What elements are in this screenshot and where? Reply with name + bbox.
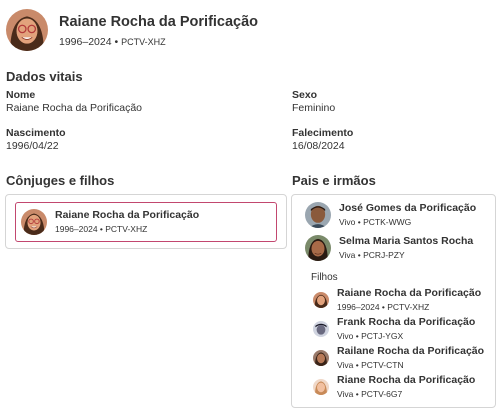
- parents-title: Pais e irmãos: [292, 173, 376, 188]
- avatar: [305, 202, 331, 228]
- sex-label: Sexo: [292, 89, 318, 101]
- name-label: Nome: [6, 89, 36, 101]
- avatar: [313, 350, 329, 366]
- person-meta: 1996–2024 • PCTV-XHZ: [59, 36, 166, 48]
- father-meta: Vivo • PCTK-WWG: [339, 217, 412, 227]
- child-meta: Vivo • PCTJ-YGX: [337, 331, 404, 341]
- child-meta: 1996–2024 • PCTV-XHZ: [337, 302, 430, 312]
- death-value: 16/08/2024: [292, 140, 345, 152]
- selected-person-card[interactable]: Raiane Rocha da Porificação 1996–2024 • …: [15, 202, 277, 242]
- children-label: Filhos: [311, 272, 338, 283]
- name-value: Raiane Rocha da Porificação: [6, 102, 142, 114]
- father-row[interactable]: José Gomes da Porificação Vivo • PCTK-WW…: [305, 202, 476, 228]
- person-id: PCTV-XHZ: [121, 37, 166, 47]
- avatar: [313, 292, 329, 308]
- child-row[interactable]: Railane Rocha da Porificação Viva • PCTV…: [313, 345, 484, 371]
- person-name: Raiane Rocha da Porificação: [59, 14, 259, 30]
- sex-value: Feminino: [292, 102, 336, 114]
- spouses-title: Cônjuges e filhos: [6, 173, 115, 188]
- child-row[interactable]: Riane Rocha da Porificação Viva • PCTV-6…: [313, 374, 475, 400]
- avatar: [305, 235, 331, 261]
- father-name[interactable]: José Gomes da Porificação: [339, 202, 476, 215]
- mother-row[interactable]: Selma Maria Santos Rocha Viva • PCRJ-PZY: [305, 235, 473, 261]
- child-name[interactable]: Raiane Rocha da Porificação: [337, 287, 481, 300]
- child-meta: Viva • PCTV-6G7: [337, 389, 403, 399]
- avatar: [313, 379, 329, 395]
- vital-data-title: Dados vitais: [6, 69, 83, 84]
- person-years: 1996–2024: [59, 36, 112, 48]
- avatar[interactable]: [6, 9, 48, 51]
- child-row[interactable]: Frank Rocha da Porificação Vivo • PCTJ-Y…: [313, 316, 475, 342]
- avatar: [313, 321, 329, 337]
- death-label: Falecimento: [292, 127, 354, 139]
- person-header: Raiane Rocha da Porificação 1996–2024 • …: [6, 9, 258, 51]
- spouse-person-meta: 1996–2024 • PCTV-XHZ: [55, 224, 148, 234]
- parents-card: José Gomes da Porificação Vivo • PCTK-WW…: [291, 194, 496, 408]
- child-meta: Viva • PCTV-CTN: [337, 360, 404, 370]
- birth-label: Nascimento: [6, 127, 66, 139]
- avatar: [21, 209, 47, 235]
- mother-meta: Viva • PCRJ-PZY: [339, 250, 405, 260]
- spouse-person-name[interactable]: Raiane Rocha da Porificação: [55, 209, 199, 222]
- child-name[interactable]: Frank Rocha da Porificação: [337, 316, 475, 329]
- birth-value: 1996/04/22: [6, 140, 59, 152]
- mother-name[interactable]: Selma Maria Santos Rocha: [339, 235, 473, 248]
- child-name[interactable]: Railane Rocha da Porificação: [337, 345, 484, 358]
- spouses-card: Raiane Rocha da Porificação 1996–2024 • …: [5, 194, 287, 249]
- child-name[interactable]: Riane Rocha da Porificação: [337, 374, 475, 387]
- child-row[interactable]: Raiane Rocha da Porificação 1996–2024 • …: [313, 287, 481, 313]
